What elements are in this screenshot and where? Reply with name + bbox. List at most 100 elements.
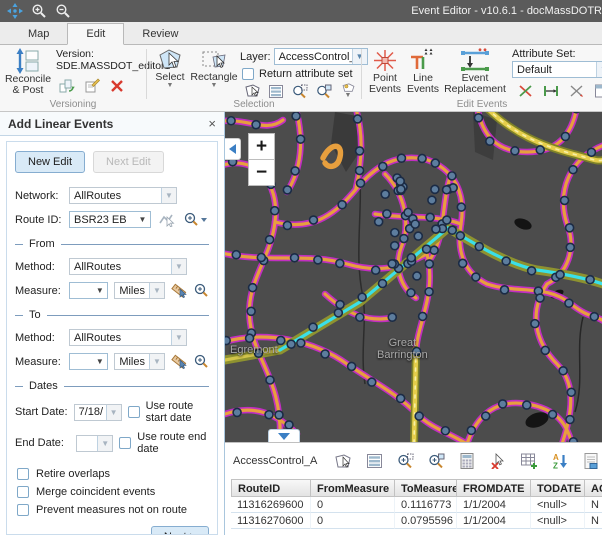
clear-selection-icon[interactable]: [489, 452, 507, 470]
refresh-version-icon[interactable]: [58, 78, 76, 94]
collapse-panel-button[interactable]: [225, 138, 241, 160]
panel-title: Add Linear Events: [8, 117, 113, 131]
line-events-icon: [409, 48, 437, 73]
layer-label: Layer:: [240, 51, 271, 63]
column-header-frommeasure[interactable]: FromMeasure: [311, 479, 395, 497]
column-header-todate[interactable]: TODATE: [531, 479, 585, 497]
chevron-down-icon: ▼: [149, 283, 164, 298]
to-unit-dropdown[interactable]: Miles ▼: [114, 353, 165, 370]
zoom-to-selected-icon[interactable]: [291, 83, 309, 99]
network-dropdown[interactable]: AllRoutes ▼: [69, 187, 177, 204]
new-version-icon[interactable]: [83, 78, 101, 94]
select-rows-icon[interactable]: [267, 83, 285, 99]
show-selected-rows-icon[interactable]: [365, 452, 383, 470]
zoom-to-selected-icon[interactable]: [396, 452, 414, 470]
rectangle-button[interactable]: Rectangle ▼: [191, 48, 237, 89]
snap-events-icon[interactable]: [568, 83, 586, 99]
dates-section-legend: Dates: [15, 380, 209, 392]
from-section-legend: From: [15, 238, 209, 250]
return-attribute-checkbox[interactable]: [242, 68, 254, 80]
route-zoom-dropdown-icon[interactable]: [183, 212, 209, 228]
from-method-dropdown[interactable]: AllRoutes ▼: [69, 258, 187, 275]
select-route-icon[interactable]: [159, 212, 175, 228]
layer-dropdown[interactable]: AccessControl_A ▼: [274, 48, 368, 65]
map-canvas[interactable]: Egremont Great Barrington + −: [225, 112, 602, 442]
select-icon: [157, 48, 183, 72]
main-area: Add Linear Events × New Edit Next Edit N…: [0, 112, 602, 535]
select-dropdown-caret[interactable]: ▼: [167, 83, 174, 89]
start-date-combo[interactable]: 7/18/ ▼: [74, 404, 122, 421]
zoom-in-icon[interactable]: [30, 3, 48, 19]
table-cell: 1/1/2004: [457, 513, 531, 529]
from-zoom-icon[interactable]: [193, 283, 209, 299]
attribute-window-icon[interactable]: [594, 83, 602, 99]
chevron-down-icon: ▼: [596, 62, 602, 77]
end-date-combo[interactable]: ▼: [76, 435, 113, 452]
end-date-label: End Date:: [15, 437, 70, 449]
event-editor-window: Event Editor - v10.6.1 - docMassDOTR Map…: [0, 0, 602, 535]
chevron-down-icon: ▼: [171, 330, 186, 345]
event-replacement-button[interactable]: Event Replacement: [443, 48, 507, 95]
table-cell: 0: [311, 513, 395, 529]
map-label-great-barrington: Great Barrington: [377, 337, 428, 361]
sort-icon[interactable]: AZ: [551, 452, 569, 470]
from-unit-dropdown[interactable]: Miles ▼: [114, 282, 165, 299]
attribute-set-dropdown[interactable]: Default ▼: [512, 61, 602, 78]
svg-text:Z: Z: [553, 462, 558, 470]
chevron-down-icon: ▼: [149, 354, 164, 369]
column-header-routeid[interactable]: RouteID: [231, 479, 311, 497]
line-events-button[interactable]: Line Events: [405, 48, 441, 95]
merge-coincident-checkbox[interactable]: [17, 486, 29, 498]
retire-overlaps-checkbox[interactable]: [17, 468, 29, 480]
pan-icon[interactable]: [6, 3, 24, 19]
close-icon[interactable]: ×: [208, 116, 216, 131]
to-measure-combo[interactable]: ▼: [69, 353, 108, 370]
chevron-down-icon: ▼: [92, 354, 107, 369]
panel-body: New Edit Next Edit Network: AllRoutes ▼ …: [6, 141, 218, 535]
from-measure-tool-icon[interactable]: [171, 283, 187, 299]
select-features-icon[interactable]: [334, 452, 352, 470]
map-and-table: Egremont Great Barrington + − AccessCont…: [225, 112, 602, 535]
zoom-out-icon[interactable]: [54, 3, 72, 19]
split-event-icon[interactable]: [516, 83, 534, 99]
use-route-end-date-checkbox[interactable]: [119, 437, 131, 449]
pan-to-selected-icon[interactable]: [315, 83, 333, 99]
from-measure-combo[interactable]: ▼: [69, 282, 108, 299]
to-measure-label: Measure:: [15, 356, 69, 368]
pan-to-selected-icon[interactable]: [427, 452, 445, 470]
delete-version-icon[interactable]: [108, 78, 126, 94]
results-panel: AccessControl_A: [225, 442, 602, 535]
report-icon[interactable]: [582, 452, 600, 470]
add-to-table-icon[interactable]: [520, 452, 538, 470]
next-button[interactable]: Next >: [151, 526, 209, 535]
to-zoom-icon[interactable]: [193, 354, 209, 370]
map-zoom-out-button[interactable]: −: [248, 159, 275, 186]
select-by-shape-icon[interactable]: [243, 83, 261, 99]
tab-edit[interactable]: Edit: [67, 23, 124, 45]
column-header-tomeasure[interactable]: ToMeasure: [395, 479, 457, 497]
title-bar: Event Editor - v10.6.1 - docMassDOTR: [0, 0, 602, 22]
column-header-fromdate[interactable]: FROMDATE: [457, 479, 531, 497]
map-zoom-in-button[interactable]: +: [248, 133, 275, 160]
table-row[interactable]: 1131627060000.07955961/1/2004<null>N: [231, 513, 602, 529]
calculator-icon[interactable]: [458, 452, 476, 470]
use-route-start-date-checkbox[interactable]: [128, 406, 140, 418]
prevent-measures-checkbox[interactable]: [17, 504, 29, 516]
column-header-ac[interactable]: AC: [585, 479, 602, 497]
table-cell: 0: [311, 497, 395, 513]
to-measure-tool-icon[interactable]: [171, 354, 187, 370]
tab-review[interactable]: Review: [124, 24, 196, 44]
measure-range-icon[interactable]: [542, 83, 560, 99]
point-events-button[interactable]: Point Events: [367, 48, 403, 95]
selection-options-icon[interactable]: ▼: [339, 83, 357, 99]
table-cell: N: [585, 513, 602, 529]
collapse-table-button[interactable]: [268, 429, 300, 442]
to-method-dropdown[interactable]: AllRoutes ▼: [69, 329, 187, 346]
table-row[interactable]: 1131626960000.11167731/1/2004<null>N: [231, 497, 602, 513]
reconcile-post-button[interactable]: Reconcile & Post: [4, 48, 52, 96]
select-button[interactable]: Select ▼: [151, 48, 189, 89]
rectangle-dropdown-caret[interactable]: ▼: [211, 83, 218, 89]
new-edit-button[interactable]: New Edit: [15, 151, 85, 173]
tab-map[interactable]: Map: [10, 24, 67, 44]
route-id-combo[interactable]: BSR23 EB ▼: [69, 211, 151, 228]
